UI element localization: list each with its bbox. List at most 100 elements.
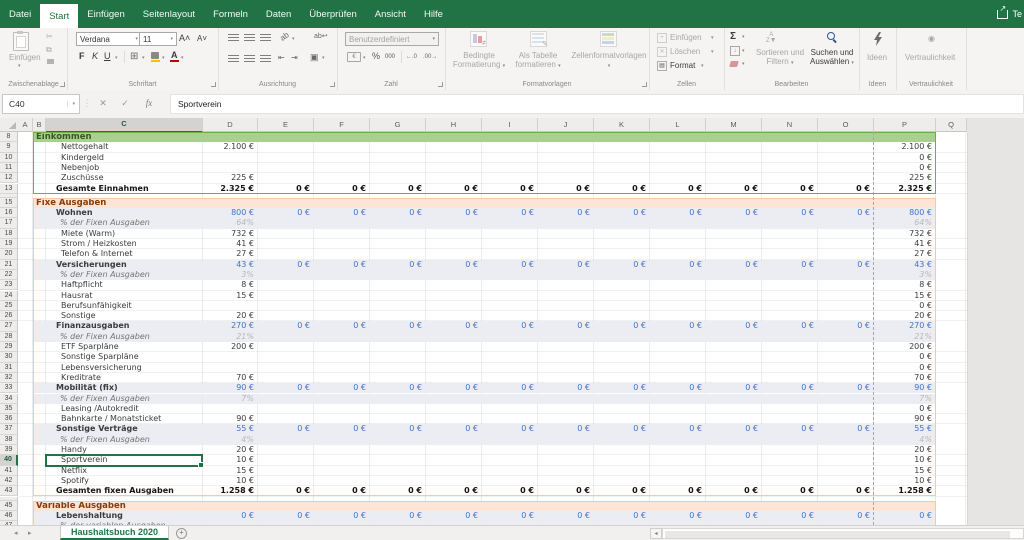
thousands-format-icon[interactable]: 000: [385, 54, 395, 60]
cell-P36[interactable]: 90 €: [874, 414, 932, 424]
cell-D42[interactable]: 10 €: [203, 476, 254, 486]
row-header-34[interactable]: 34: [0, 394, 18, 404]
alignment-dialog-launcher[interactable]: [330, 82, 335, 87]
col-header-B[interactable]: B: [33, 118, 46, 132]
cell-C33[interactable]: Mobilität (fix): [56, 383, 118, 393]
row-header-35[interactable]: 35: [0, 404, 18, 414]
row-header-42[interactable]: 42: [0, 476, 18, 486]
cell-G33[interactable]: 0 €: [370, 383, 422, 393]
cell-D37[interactable]: 55 €: [203, 424, 254, 434]
cell-P18[interactable]: 732 €: [874, 229, 932, 239]
cell-H37[interactable]: 0 €: [426, 424, 478, 434]
row-header-20[interactable]: 20: [0, 249, 18, 259]
sheet-tab-active[interactable]: Haushaltsbuch 2020: [60, 526, 169, 540]
name-box[interactable]: C40 ▾: [2, 94, 80, 114]
cell-O43[interactable]: 0 €: [818, 486, 870, 496]
cell-D9[interactable]: 2.100 €: [203, 142, 254, 152]
cell-P22[interactable]: 3%: [874, 270, 932, 280]
cell-P40[interactable]: 10 €: [874, 455, 932, 465]
ribbon-tab-daten[interactable]: Daten: [257, 0, 300, 28]
cell-P26[interactable]: 20 €: [874, 311, 932, 321]
cell-O16[interactable]: 0 €: [818, 208, 870, 218]
cell-C46[interactable]: Lebenshaltung: [56, 511, 123, 521]
cell-C37[interactable]: Sonstige Verträge: [56, 424, 138, 434]
cancel-entry-button[interactable]: ✕: [94, 94, 112, 112]
row-header-18[interactable]: 18: [0, 229, 18, 239]
col-header-K[interactable]: K: [594, 118, 650, 132]
cell-J16[interactable]: 0 €: [538, 208, 590, 218]
increase-indent-icon[interactable]: ⇥: [291, 53, 298, 62]
cell-P34[interactable]: 7%: [874, 394, 932, 404]
font-dialog-launcher[interactable]: [211, 82, 216, 87]
cell-P16[interactable]: 800 €: [874, 208, 932, 218]
ribbon-tab-start[interactable]: Start: [40, 4, 78, 28]
col-header-L[interactable]: L: [650, 118, 706, 132]
cell-E21[interactable]: 0 €: [258, 260, 310, 270]
cell-D24[interactable]: 15 €: [203, 291, 254, 301]
cell-D18[interactable]: 732 €: [203, 229, 254, 239]
copy-icon[interactable]: ⧉: [46, 45, 52, 55]
cell-I13[interactable]: 0 €: [482, 184, 534, 194]
cell-L46[interactable]: 0 €: [650, 511, 702, 521]
cell-F37[interactable]: 0 €: [314, 424, 366, 434]
cell-C43[interactable]: Gesamten fixen Ausgaben: [56, 486, 174, 496]
cell-D43[interactable]: 1.258 €: [203, 486, 254, 496]
orientation-icon[interactable]: ab: [278, 30, 290, 42]
cell-P17[interactable]: 64%: [874, 218, 932, 228]
cell-D32[interactable]: 70 €: [203, 373, 254, 383]
row-header-41[interactable]: 41: [0, 466, 18, 476]
cell-P38[interactable]: 4%: [874, 435, 932, 445]
align-right-icon[interactable]: [260, 55, 271, 62]
row-header-45[interactable]: 45: [0, 501, 18, 511]
sort-filter-button[interactable]: Sortieren und Filtern ▾: [748, 48, 812, 68]
cell-P19[interactable]: 41 €: [874, 239, 932, 249]
shrink-font-icon[interactable]: A˅: [197, 34, 207, 43]
cell-D39[interactable]: 20 €: [203, 445, 254, 455]
clipboard-dialog-launcher[interactable]: [60, 82, 65, 87]
cell-G43[interactable]: 0 €: [370, 486, 422, 496]
number-dialog-launcher[interactable]: [438, 82, 443, 87]
cell-P32[interactable]: 70 €: [874, 373, 932, 383]
cell-D13[interactable]: 2.325 €: [203, 184, 254, 194]
col-header-F[interactable]: F: [314, 118, 370, 132]
cell-L43[interactable]: 0 €: [650, 486, 702, 496]
row-header-19[interactable]: 19: [0, 239, 18, 249]
row-header-37[interactable]: 37: [0, 424, 18, 434]
wrap-text-icon[interactable]: ab↩: [314, 32, 328, 40]
cell-J37[interactable]: 0 €: [538, 424, 590, 434]
autosum-icon[interactable]: Σ: [730, 31, 736, 42]
cell-O21[interactable]: 0 €: [818, 260, 870, 270]
align-center-icon[interactable]: [244, 55, 255, 62]
cell-J27[interactable]: 0 €: [538, 321, 590, 331]
cell-C19[interactable]: Strom / Heizkosten: [61, 239, 137, 249]
ribbon-tab-formeln[interactable]: Formeln: [204, 0, 257, 28]
cell-C13[interactable]: Gesamte Einnahmen: [56, 184, 149, 194]
row-header-27[interactable]: 27: [0, 321, 18, 331]
cell-C29[interactable]: ETF Sparpläne: [61, 342, 119, 352]
cell-D41[interactable]: 15 €: [203, 466, 254, 476]
merge-center-icon[interactable]: ▣: [310, 52, 319, 63]
col-header-D[interactable]: D: [203, 118, 258, 132]
decrease-decimal-icon[interactable]: .00→: [423, 54, 437, 60]
ribbon-tab-überprüfen[interactable]: Überprüfen: [300, 0, 366, 28]
cell-L16[interactable]: 0 €: [650, 208, 702, 218]
insert-function-icon[interactable]: fx: [140, 94, 158, 112]
styles-dialog-launcher[interactable]: [642, 82, 647, 87]
row-header-28[interactable]: 28: [0, 332, 18, 342]
col-header-Q[interactable]: Q: [936, 118, 967, 132]
format-as-table-icon[interactable]: ✎: [530, 31, 547, 47]
cell-C18[interactable]: Miete (Warm): [61, 229, 115, 239]
cell-C32[interactable]: Kreditrate: [61, 373, 101, 383]
cell-D12[interactable]: 225 €: [203, 173, 254, 183]
enter-entry-button[interactable]: ✓: [116, 94, 134, 112]
cell-E46[interactable]: 0 €: [258, 511, 310, 521]
cell-C8[interactable]: Einkommen: [36, 132, 92, 142]
cell-M46[interactable]: 0 €: [706, 511, 758, 521]
cell-M27[interactable]: 0 €: [706, 321, 758, 331]
cell-C34[interactable]: % der Fixen Ausgaben: [60, 394, 150, 404]
cell-N16[interactable]: 0 €: [762, 208, 814, 218]
cell-P41[interactable]: 15 €: [874, 466, 932, 476]
cell-C41[interactable]: Netflix: [61, 466, 87, 476]
cell-H16[interactable]: 0 €: [426, 208, 478, 218]
cell-F43[interactable]: 0 €: [314, 486, 366, 496]
